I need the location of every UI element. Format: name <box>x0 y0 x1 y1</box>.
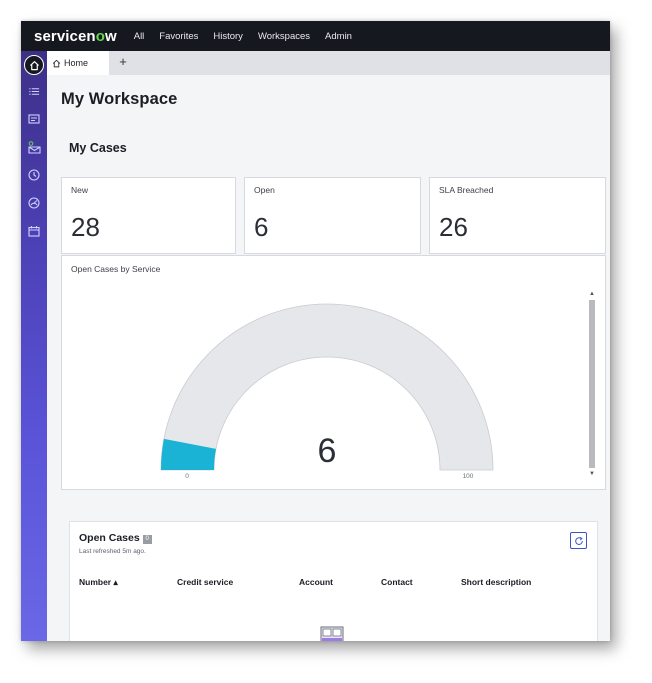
refresh-icon <box>574 536 583 545</box>
tab-home[interactable]: Home <box>47 51 109 75</box>
top-navigation-bar: servicenow All Favorites History Workspa… <box>21 21 610 51</box>
empty-state-icon <box>320 626 350 641</box>
nav-history[interactable]: History <box>213 31 243 42</box>
card-label: New <box>71 185 89 195</box>
card-value: 28 <box>71 212 100 242</box>
card-open[interactable]: Open 6 <box>244 177 421 254</box>
servicenow-logo[interactable]: servicenow <box>34 28 117 45</box>
dashboard-icon[interactable] <box>27 196 41 210</box>
form-icon[interactable] <box>27 112 41 126</box>
app-window: servicenow All Favorites History Workspa… <box>21 21 610 641</box>
column-header-contact[interactable]: Contact <box>381 577 413 587</box>
column-header-credit-service[interactable]: Credit service <box>177 577 233 587</box>
tab-home-label: Home <box>64 58 89 68</box>
gauge-max-label: 100 <box>463 473 474 480</box>
gauge-min-label: 0 <box>185 473 189 480</box>
scroll-thumb[interactable] <box>589 300 595 468</box>
gauge-chart: 6 0 100 <box>160 303 494 480</box>
page-title: My Workspace <box>61 90 178 108</box>
nav-favorites[interactable]: Favorites <box>159 31 198 42</box>
home-tab-icon <box>52 59 61 67</box>
gauge-card: Open Cases by Service 6 0 100 ▲ ▼ <box>61 255 606 490</box>
count-badge: 0 <box>142 535 152 544</box>
side-rail <box>21 51 47 641</box>
list-icon[interactable] <box>27 84 41 98</box>
calendar-icon[interactable] <box>27 224 41 238</box>
card-label: Open <box>254 185 275 195</box>
nav-admin[interactable]: Admin <box>325 31 352 42</box>
scroll-up-arrow-icon[interactable]: ▲ <box>588 290 596 298</box>
column-header-account[interactable]: Account <box>299 577 333 587</box>
card-label: SLA Breached <box>439 185 494 195</box>
nav-all[interactable]: All <box>134 31 145 42</box>
card-new[interactable]: New 28 <box>61 177 236 254</box>
gauge-value: 6 <box>318 432 337 470</box>
open-cases-panel: Open Cases 0 Last refreshed 5m ago. Numbe… <box>69 521 598 641</box>
section-title: My Cases <box>69 141 127 155</box>
workspace-content: My Workspace My Cases New 28 Open 6 SLA … <box>47 75 610 641</box>
gauge-scrollbar[interactable]: ▲ ▼ <box>588 290 596 480</box>
card-sla-breached[interactable]: SLA Breached 26 <box>429 177 606 254</box>
open-cases-title: Open Cases 0 <box>79 532 152 544</box>
last-refreshed-text: Last refreshed 5m ago. <box>79 548 146 555</box>
card-value: 26 <box>439 212 468 242</box>
home-icon[interactable] <box>24 55 44 75</box>
column-header-short-description[interactable]: Short description <box>461 577 531 587</box>
nav-workspaces[interactable]: Workspaces <box>258 31 310 42</box>
inbox-icon[interactable] <box>27 140 41 154</box>
refresh-button[interactable] <box>570 532 587 549</box>
clock-icon[interactable] <box>27 168 41 182</box>
new-tab-button[interactable]: + <box>115 54 131 70</box>
column-header-number[interactable]: Number ▴ <box>79 577 118 588</box>
tab-strip: Home + <box>47 51 610 75</box>
card-value: 6 <box>254 212 269 242</box>
scroll-down-arrow-icon[interactable]: ▼ <box>588 470 596 478</box>
